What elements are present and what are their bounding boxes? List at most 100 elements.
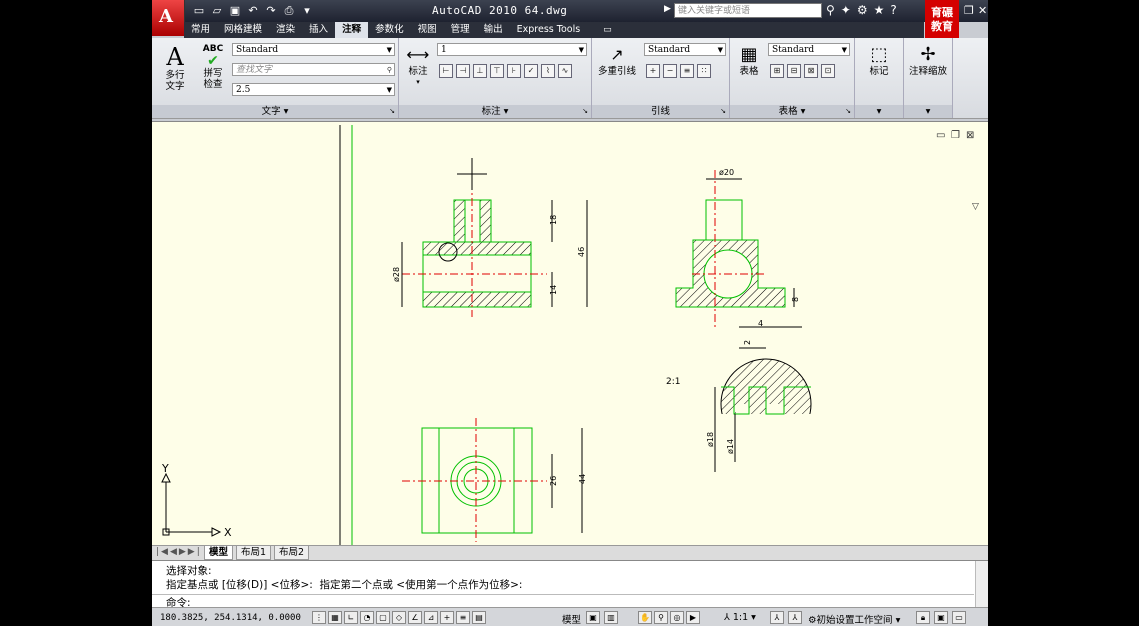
tab-home[interactable]: 常用 (184, 22, 217, 38)
favorites-icon[interactable]: ★ (874, 3, 885, 17)
layout-tab-layout1[interactable]: 布局1 (236, 546, 272, 560)
search-expand-icon[interactable]: ▶ (664, 4, 671, 14)
dimension-style-select[interactable]: 1 ▼ (437, 43, 587, 56)
table-upload-icon[interactable]: ⊡ (821, 64, 835, 78)
save-icon[interactable]: ▣ (228, 4, 242, 18)
text-height-select[interactable]: 2.5 ▼ (232, 83, 395, 96)
zoom-icon[interactable]: ⚲ (654, 611, 668, 624)
align-leader-icon[interactable]: ≡ (680, 64, 694, 78)
add-leader-icon[interactable]: + (646, 64, 660, 78)
multileader-style-select[interactable]: Standard ▼ (644, 43, 726, 56)
annotation-scale[interactable]: ⅄ 1:1 ▾ (724, 612, 756, 623)
remove-leader-icon[interactable]: − (663, 64, 677, 78)
dimension-button[interactable]: ⟷ 标注 ▾ (403, 44, 433, 88)
dialog-launcher-icon[interactable]: ↘ (845, 105, 851, 118)
help-icon[interactable]: ? (890, 3, 896, 17)
grid-toggle-icon[interactable]: ▦ (328, 611, 342, 624)
application-menu-button[interactable]: A (152, 0, 185, 36)
hardware-acceleration-icon[interactable]: ▣ (934, 611, 948, 624)
clean-screen-icon[interactable]: ▭ (952, 611, 966, 624)
ucs-icon: X Y (161, 462, 232, 539)
subscription-icon[interactable]: ✦ (841, 3, 851, 17)
tab-view[interactable]: 视图 (411, 22, 444, 38)
drawing-area[interactable]: ▭ ❐ ⊠ ▽ ø28 18 46 14 ø20 8 4 2 ø18 ø14 2… (152, 121, 988, 546)
layout-nav-icons[interactable]: |◀◀▶▶| (156, 547, 202, 557)
table-link-icon[interactable]: ⊞ (770, 64, 784, 78)
qp-toggle-icon[interactable]: ▤ (472, 611, 486, 624)
ribbon-minimize-icon[interactable]: ▭ (603, 22, 612, 38)
tab-parametric[interactable]: 参数化 (368, 22, 411, 38)
tab-render[interactable]: 渲染 (269, 22, 302, 38)
tab-annotate[interactable]: 注释 (335, 22, 369, 38)
table-panel-title[interactable]: 表格 ▾ ↘ (730, 105, 854, 118)
tab-manage[interactable]: 管理 (444, 22, 477, 38)
osnap-toggle-icon[interactable]: ▢ (376, 611, 390, 624)
quick-view-icon[interactable]: ▥ (604, 611, 618, 624)
command-scrollbar[interactable] (975, 561, 988, 608)
undo-icon[interactable]: ↶ (246, 4, 260, 18)
dialog-launcher-icon[interactable]: ↘ (720, 105, 726, 118)
command-input[interactable]: 命令: (152, 594, 974, 609)
customize-dropdown-icon[interactable]: ▾ (300, 4, 314, 18)
lock-icon[interactable]: 🔒︎ (916, 611, 930, 624)
leader-panel-title[interactable]: 引线 ↘ (592, 105, 729, 118)
steeringwheel-icon[interactable]: ◎ (670, 611, 684, 624)
dimension-panel-title[interactable]: 标注 ▾ ↘ (399, 105, 591, 118)
dim-adjust-icon[interactable]: ⊣ (456, 64, 470, 78)
binoculars-icon[interactable]: ⚲ (826, 3, 835, 17)
pan-icon[interactable]: ✋ (638, 611, 652, 624)
text-panel-title[interactable]: 文字 ▾ ↘ (152, 105, 398, 118)
ducs-toggle-icon[interactable]: ⊿ (424, 611, 438, 624)
print-icon[interactable]: ⎙ (282, 4, 296, 18)
annotation-visibility-icon[interactable]: ⅄ (770, 611, 784, 624)
markup-panel-expand[interactable]: ▾ (855, 105, 903, 118)
dim-jog-icon[interactable]: ⌇ (541, 64, 555, 78)
layout-view-icon[interactable]: ▣ (586, 611, 600, 624)
multileader-button[interactable]: ↗ 多重引线 (596, 44, 638, 77)
otrack-toggle-icon[interactable]: ∠ (408, 611, 422, 624)
dim-baseline-icon[interactable]: ⊦ (507, 64, 521, 78)
model-space-label[interactable]: 模型 (562, 612, 581, 626)
snap-toggle-icon[interactable]: ⋮ (312, 611, 326, 624)
annotation-scaling-panel-expand[interactable]: ▾ (904, 105, 952, 118)
dim-break-icon[interactable]: ⊢ (439, 64, 453, 78)
lwt-toggle-icon[interactable]: ≡ (456, 611, 470, 624)
dim-inspect-icon[interactable]: ✓ (524, 64, 538, 78)
tab-express-tools[interactable]: Express Tools (510, 22, 588, 38)
close-icon[interactable]: ✕ (978, 4, 987, 17)
auto-scale-icon[interactable]: ⅄ (788, 611, 802, 624)
communication-icon[interactable]: ⚙ (857, 3, 868, 17)
dialog-launcher-icon[interactable]: ↘ (582, 105, 588, 118)
dialog-launcher-icon[interactable]: ↘ (389, 105, 395, 118)
markup-button[interactable]: ⬚ 标记 (861, 44, 897, 77)
new-icon[interactable]: ▭ (192, 4, 206, 18)
showmotion-icon[interactable]: ▶ (686, 611, 700, 624)
text-style-select[interactable]: Standard ▼ (232, 43, 395, 56)
workspace-switch[interactable]: ⚙初始设置工作空间 ▾ (808, 612, 900, 626)
restore-icon[interactable]: ❐ (964, 4, 974, 17)
polar-toggle-icon[interactable]: ◔ (360, 611, 374, 624)
tab-output[interactable]: 输出 (477, 22, 510, 38)
open-icon[interactable]: ▱ (210, 4, 224, 18)
table-extract-icon[interactable]: ⊟ (787, 64, 801, 78)
dyn-toggle-icon[interactable]: + (440, 611, 454, 624)
collect-leader-icon[interactable]: ∷ (697, 64, 711, 78)
dim-continue-icon[interactable]: ⊤ (490, 64, 504, 78)
redo-icon[interactable]: ↷ (264, 4, 278, 18)
find-text-input[interactable]: 查找文字 ⚲ (232, 63, 395, 76)
layout-tab-model[interactable]: 模型 (204, 546, 234, 560)
layout-tab-layout2[interactable]: 布局2 (274, 546, 310, 560)
multiline-text-button[interactable]: A 多行 文字 (160, 44, 190, 92)
tab-mesh-modeling[interactable]: 网格建模 (217, 22, 269, 38)
search-input[interactable]: 键入关键字或短语 (674, 3, 822, 18)
3dosnap-toggle-icon[interactable]: ◇ (392, 611, 406, 624)
dim-space-icon[interactable]: ⊥ (473, 64, 487, 78)
tab-insert[interactable]: 插入 (302, 22, 335, 38)
table-style-select[interactable]: Standard ▼ (768, 43, 850, 56)
spell-check-button[interactable]: ABC ✔ 拼写 检查 (198, 44, 228, 90)
table-download-icon[interactable]: ⊠ (804, 64, 818, 78)
ortho-toggle-icon[interactable]: ∟ (344, 611, 358, 624)
dim-oblique-icon[interactable]: ∿ (558, 64, 572, 78)
annotation-scale-button[interactable]: ✢ 注释缩放 (904, 44, 952, 77)
table-button[interactable]: ▦ 表格 (734, 44, 764, 77)
